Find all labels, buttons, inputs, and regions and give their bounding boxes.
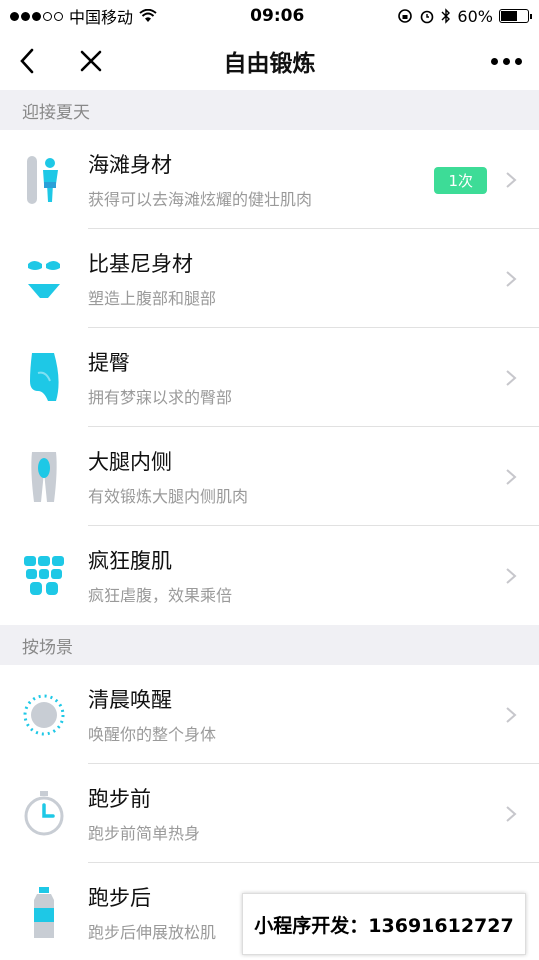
signal-strength-icon <box>10 11 63 21</box>
item-title: 提臀 <box>88 350 130 375</box>
item-subtitle: 有效锻炼大腿内侧肌肉 <box>88 486 249 506</box>
close-icon <box>80 50 102 72</box>
chevron-right-icon <box>506 270 517 287</box>
orientation-lock-icon <box>398 9 413 23</box>
chevron-right-icon <box>506 171 517 188</box>
list-item-crazy-abs[interactable]: 疯狂腹肌 疯狂虐腹，效果乘倍 <box>0 526 539 625</box>
status-bar: 中国移动 09:06 60% <box>0 0 539 32</box>
chevron-right-icon <box>506 805 517 822</box>
alarm-icon <box>421 10 434 24</box>
inner-thigh-icon <box>31 451 57 502</box>
battery-percent: 60% <box>457 6 493 26</box>
item-subtitle: 唤醒你的整个身体 <box>88 724 217 744</box>
item-subtitle: 获得可以去海滩炫耀的健壮肌肉 <box>88 189 313 209</box>
bikini-icon <box>28 260 60 298</box>
battery-icon <box>498 9 532 23</box>
clock-time: 09:06 <box>250 6 305 26</box>
sunrise-icon <box>23 694 65 735</box>
chevron-right-icon <box>506 468 517 485</box>
item-title: 大腿内侧 <box>88 449 172 474</box>
item-subtitle: 跑步前简单热身 <box>88 823 201 843</box>
promo-banner: 小程序开发：13691612727 <box>242 893 526 955</box>
close-button[interactable] <box>74 44 108 78</box>
item-title: 疯狂腹肌 <box>88 549 172 573</box>
more-dots-icon <box>490 57 522 65</box>
item-subtitle: 塑造上腹部和腿部 <box>88 288 217 308</box>
abs-icon <box>24 555 64 595</box>
section-header-scenario: 按场景 <box>0 625 539 665</box>
list-item-glute-lift[interactable]: 提臀 拥有梦寐以求的臀部 <box>0 328 539 427</box>
item-subtitle: 疯狂虐腹，效果乘倍 <box>88 586 233 605</box>
bluetooth-icon <box>441 8 451 24</box>
item-title: 跑步前 <box>88 786 151 811</box>
wifi-icon <box>139 9 157 22</box>
item-title: 海滩身材 <box>88 152 172 177</box>
list-item-bikini-body[interactable]: 比基尼身材 塑造上腹部和腿部 <box>0 229 539 328</box>
buttocks-icon <box>30 352 59 401</box>
back-button[interactable] <box>10 44 44 78</box>
section-header-summer: 迎接夏天 <box>0 90 539 130</box>
list-item-beach-body[interactable]: 海滩身材 获得可以去海滩炫耀的健壮肌肉 1次 <box>0 130 539 229</box>
more-button[interactable] <box>489 44 523 78</box>
item-title: 比基尼身材 <box>88 251 193 276</box>
water-bottle-icon <box>34 886 54 938</box>
item-subtitle: 拥有梦寐以求的臀部 <box>88 387 233 407</box>
chevron-left-icon <box>20 48 34 74</box>
stopwatch-icon <box>24 790 64 835</box>
list-item-pre-run[interactable]: 跑步前 跑步前简单热身 <box>0 764 539 863</box>
chevron-right-icon <box>506 567 517 584</box>
chevron-right-icon <box>506 369 517 386</box>
item-title: 清晨唤醒 <box>88 687 172 712</box>
nav-bar: 自由锻炼 <box>0 32 539 90</box>
count-badge: 1次 <box>434 167 487 194</box>
list-item-inner-thigh[interactable]: 大腿内侧 有效锻炼大腿内侧肌肉 <box>0 427 539 526</box>
surfer-icon <box>27 155 58 204</box>
carrier-name: 中国移动 <box>69 8 134 27</box>
chevron-right-icon <box>506 706 517 723</box>
list-item-morning-wakeup[interactable]: 清晨唤醒 唤醒你的整个身体 <box>0 665 539 764</box>
